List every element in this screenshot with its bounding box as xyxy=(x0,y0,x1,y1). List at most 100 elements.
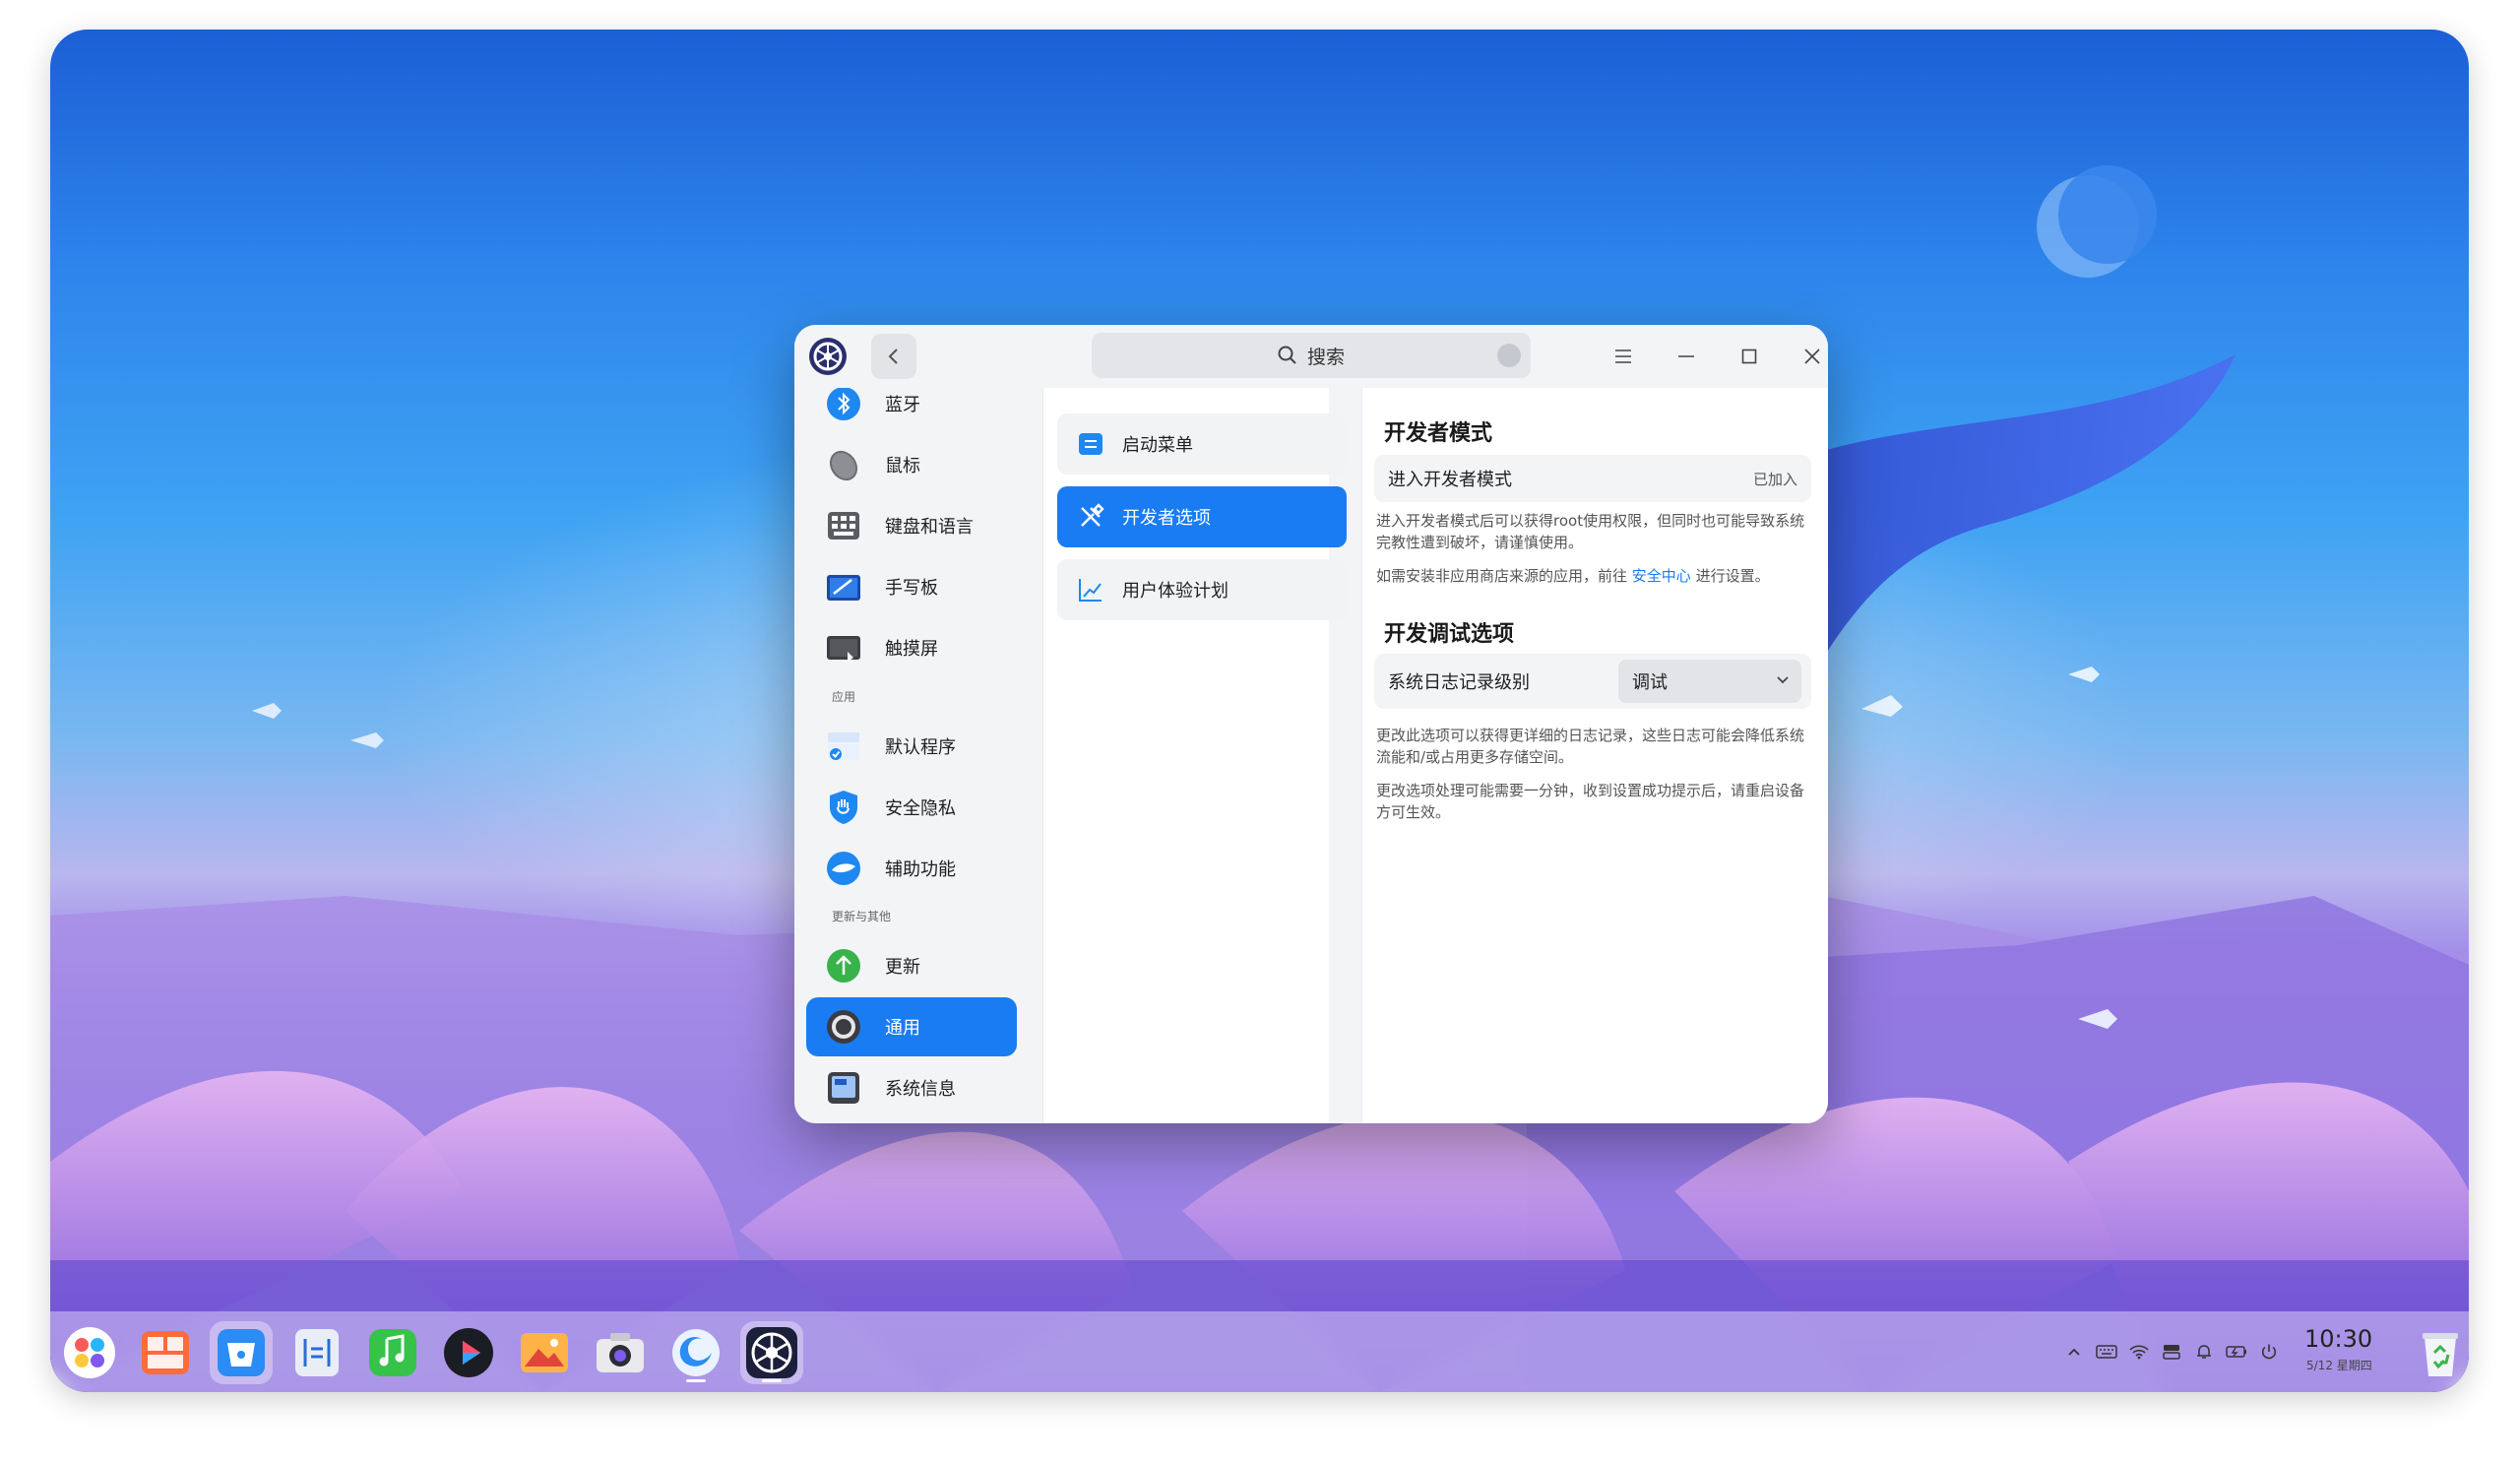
browser-icon[interactable] xyxy=(664,1321,727,1384)
music-icon[interactable] xyxy=(361,1321,424,1384)
log-level-label: 系统日志记录级别 xyxy=(1388,672,1530,693)
maximize-button[interactable] xyxy=(1730,337,1769,376)
dev-mode-description: 进入开发者模式后可以获得root使用权限，但同时也可能导致系统完教性遭到破坏，请… xyxy=(1376,512,1805,551)
sub-item-label: 启动菜单 xyxy=(1122,435,1193,456)
maximize-icon xyxy=(1741,349,1757,364)
trash-icon[interactable] xyxy=(2413,1325,2468,1380)
install-note-prefix: 如需安装非应用商店来源的应用，前往 xyxy=(1376,567,1628,585)
tablet-icon xyxy=(827,575,860,601)
settings-window: 搜索 蓝牙 鼠标 键盘和语言 手写板 触摸屏 应用 默认程序 安全隐私 辅助功能… xyxy=(794,325,1828,1123)
clock-date[interactable]: 5/12 星期四 xyxy=(2306,1357,2372,1373)
close-icon xyxy=(1804,349,1820,364)
dock: 10:30 5/12 星期四 xyxy=(50,1311,2469,1392)
sidebar-item-label: 键盘和语言 xyxy=(885,517,974,538)
sub-item-label: 用户体验计划 xyxy=(1122,581,1228,602)
chevron-down-icon xyxy=(1777,676,1789,684)
accessibility-icon xyxy=(827,852,860,885)
minimize-button[interactable] xyxy=(1667,337,1706,376)
sub-item-developer-options[interactable]: 开发者选项 xyxy=(1057,486,1347,547)
search-placeholder: 搜索 xyxy=(1306,346,1345,368)
sidebar-item-label: 蓝牙 xyxy=(885,395,920,415)
desktop: 搜索 蓝牙 鼠标 键盘和语言 手写板 触摸屏 应用 默认程序 安全隐私 辅助功能… xyxy=(50,30,2469,1392)
sidebar-item-accessibility[interactable]: 辅助功能 xyxy=(806,839,1017,898)
enter-dev-mode-row[interactable]: 进入开发者模式 已加入 xyxy=(1374,455,1811,502)
mouse-icon xyxy=(829,450,858,481)
sidebar-item-label: 触摸屏 xyxy=(885,639,938,660)
sub-item-label: 开发者选项 xyxy=(1122,508,1211,529)
tray-expand-icon[interactable] xyxy=(2063,1341,2085,1363)
sub-item-boot-menu[interactable]: 启动菜单 xyxy=(1057,413,1347,475)
search-input[interactable]: 搜索 xyxy=(1092,333,1531,378)
sidebar-item-label: 安全隐私 xyxy=(885,798,956,819)
info-icon xyxy=(828,1072,859,1104)
section-title-dev-mode: 开发者模式 xyxy=(1384,421,1493,446)
security-center-link[interactable]: 安全中心 xyxy=(1632,567,1691,585)
keyboard-icon xyxy=(828,512,859,540)
sidebar: 蓝牙 鼠标 键盘和语言 手写板 触摸屏 应用 默认程序 安全隐私 辅助功能 更新… xyxy=(794,388,1029,1123)
section-title-debug: 开发调试选项 xyxy=(1384,622,1515,647)
sidebar-item-label: 默认程序 xyxy=(885,737,956,758)
back-button[interactable] xyxy=(871,334,916,379)
control-center-logo-icon xyxy=(809,338,847,375)
sidebar-item-touchscreen[interactable]: 触摸屏 xyxy=(806,618,1017,677)
active-indicator xyxy=(686,1379,706,1382)
group-label-apps: 应用 xyxy=(832,690,856,704)
shield-icon xyxy=(830,791,857,824)
sidebar-item-default-apps[interactable]: 默认程序 xyxy=(806,717,1017,776)
sidebar-item-label: 通用 xyxy=(885,1018,920,1039)
sidebar-item-mouse[interactable]: 鼠标 xyxy=(806,435,1017,494)
touchscreen-icon xyxy=(827,636,860,662)
log-level-row: 系统日志记录级别 调试 xyxy=(1374,654,1811,709)
camera-icon[interactable] xyxy=(589,1321,652,1384)
sidebar-item-label: 手写板 xyxy=(885,578,938,599)
sub-item-user-experience[interactable]: 用户体验计划 xyxy=(1057,559,1347,620)
install-source-note: 如需安装非应用商店来源的应用，前往 安全中心 进行设置。 xyxy=(1376,565,1815,587)
close-button[interactable] xyxy=(1793,337,1828,376)
voice-input-icon[interactable] xyxy=(1497,344,1521,367)
clock-time[interactable]: 10:30 xyxy=(2304,1325,2372,1353)
sub-menu-list: 启动菜单 开发者选项 用户体验计划 xyxy=(1042,388,1347,1123)
general-icon xyxy=(827,1010,860,1044)
app-store-icon[interactable] xyxy=(210,1321,273,1384)
group-label-update-other: 更新与其他 xyxy=(832,910,892,923)
wifi-icon[interactable] xyxy=(2128,1341,2150,1363)
content-panel: 开发者模式 进入开发者模式 已加入 进入开发者模式后可以获得root使用权限，但… xyxy=(1361,388,1828,1123)
power-icon[interactable] xyxy=(2258,1341,2280,1363)
sidebar-item-system-info[interactable]: 系统信息 xyxy=(806,1058,1017,1117)
menu-button[interactable] xyxy=(1604,337,1643,376)
sidebar-item-bluetooth[interactable]: 蓝牙 xyxy=(806,388,1017,433)
video-player-icon[interactable] xyxy=(437,1321,500,1384)
sidebar-item-tablet[interactable]: 手写板 xyxy=(806,557,1017,616)
image-viewer-icon[interactable] xyxy=(513,1321,576,1384)
log-level-description: 更改此选项可以获得更详细的日志记录，这些日志可能会降低系统流能和/或占用更多存储… xyxy=(1376,727,1805,766)
sidebar-item-keyboard[interactable]: 键盘和语言 xyxy=(806,496,1017,555)
tools-icon xyxy=(1081,503,1104,527)
sidebar-item-label: 系统信息 xyxy=(885,1079,956,1100)
sidebar-item-label: 辅助功能 xyxy=(885,859,956,880)
boot-menu-icon xyxy=(1079,433,1102,455)
active-indicator xyxy=(762,1379,782,1382)
update-icon xyxy=(827,949,860,983)
apply-note: 更改选项处理可能需要一分钟，收到设置成功提示后，请重启设备方可生效。 xyxy=(1376,782,1805,821)
bluetooth-icon xyxy=(827,388,860,420)
launcher-icon[interactable] xyxy=(58,1321,121,1384)
keyboard-layout-icon[interactable] xyxy=(2096,1341,2117,1363)
storage-icon[interactable] xyxy=(2161,1341,2182,1363)
log-level-select[interactable]: 调试 xyxy=(1618,660,1801,703)
titlebar: 搜索 xyxy=(794,325,1828,388)
enter-dev-mode-label: 进入开发者模式 xyxy=(1388,470,1512,490)
multitask-icon[interactable] xyxy=(134,1321,197,1384)
install-note-suffix: 进行设置。 xyxy=(1695,567,1770,585)
default-apps-icon xyxy=(828,732,859,760)
control-center-icon[interactable] xyxy=(740,1321,803,1384)
sidebar-item-general[interactable]: 通用 xyxy=(806,997,1017,1056)
notification-icon[interactable] xyxy=(2193,1341,2215,1363)
sidebar-item-security[interactable]: 安全隐私 xyxy=(806,778,1017,837)
search-icon xyxy=(1278,346,1296,364)
chart-icon xyxy=(1079,579,1102,602)
dev-mode-status: 已加入 xyxy=(1752,470,1797,488)
battery-icon[interactable] xyxy=(2226,1341,2247,1363)
file-manager-icon[interactable] xyxy=(285,1321,348,1384)
log-level-value: 调试 xyxy=(1632,672,1668,693)
sidebar-item-update[interactable]: 更新 xyxy=(806,936,1017,995)
